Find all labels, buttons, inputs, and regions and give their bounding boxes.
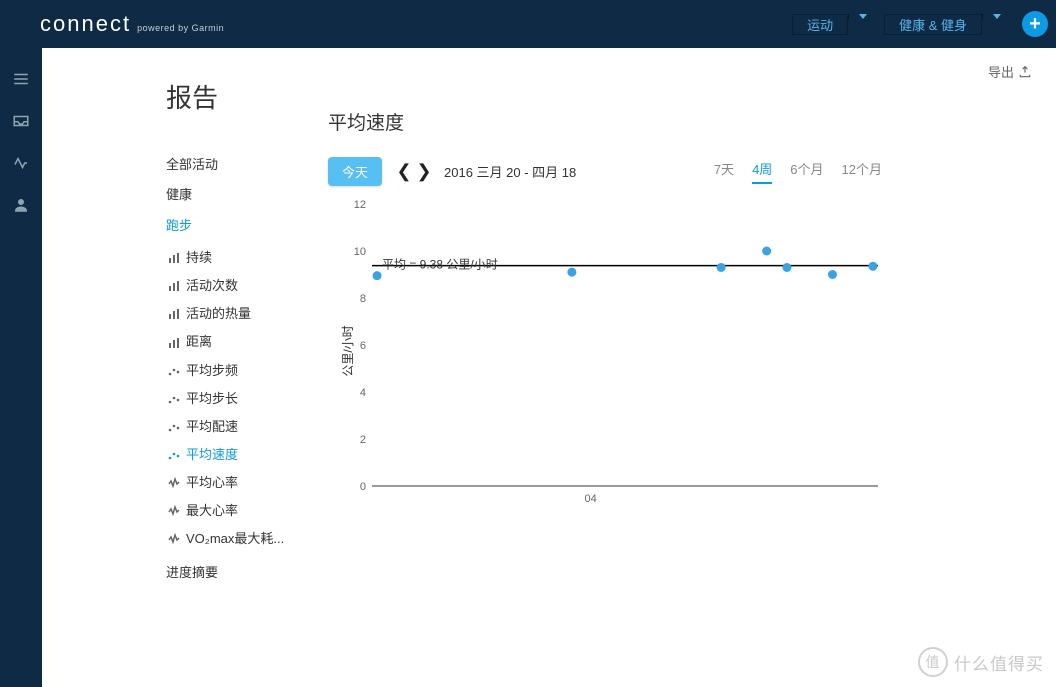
top-header: connect powered by Garmin 运动 健康 & 健身 + [0,0,1056,48]
bars-icon [166,252,182,264]
chart-area: 公里/小时 024681012平均 = 9.38 公里/小时04 [328,196,882,506]
nav-group-health[interactable]: 健康 [166,183,318,206]
xtick-label: 04 [585,493,597,505]
nav-item-8[interactable]: 平均心率 [166,469,318,497]
nav-item-1[interactable]: 活动次数 [166,272,318,300]
bars-icon [166,337,182,349]
nav-item-3[interactable]: 距离 [166,328,318,356]
chart-controls: 今天 ❮ ❯ 2016 三月 20 - 四月 18 7天 4周 6个月 12个月 [328,157,882,186]
nav-item-7[interactable]: 平均速度 [166,441,318,469]
menu-icon[interactable] [0,58,42,100]
export-label: 导出 [988,62,1014,81]
data-point[interactable] [868,262,877,271]
side-nav: 报告 全部活动 健康 跑步 持续活动次数活动的热量距离平均步频平均步长平均配速平… [166,78,318,592]
logo: connect powered by Garmin [40,11,224,37]
ytick-label: 8 [360,293,366,305]
nav-item-0[interactable]: 持续 [166,244,318,272]
data-point[interactable] [373,271,382,280]
header-right: 运动 健康 & 健身 + [792,0,1056,48]
ytick-label: 0 [360,481,366,493]
ytick-label: 12 [354,199,366,211]
ytick-label: 2 [360,434,366,446]
nav-group-running[interactable]: 跑步 [166,214,318,237]
dots-icon [166,393,182,405]
prev-arrow[interactable]: ❮ [396,164,412,180]
nav-item-6[interactable]: 平均配速 [166,413,318,441]
period-tabs: 7天 4周 6个月 12个月 [714,159,882,184]
watermark: 值 什么值得买 [918,647,1044,677]
dots-icon [166,449,182,461]
next-arrow[interactable]: ❯ [416,164,432,180]
chart-panel: 平均速度 今天 ❮ ❯ 2016 三月 20 - 四月 18 7天 4周 6个月 12… [318,78,1056,592]
inbox-icon[interactable] [0,100,42,142]
ytick-label: 10 [354,246,366,258]
period-tab-3[interactable]: 12个月 [842,159,882,184]
data-point[interactable] [717,263,726,272]
chart-title: 平均速度 [328,108,1016,135]
activity-icon[interactable] [0,142,42,184]
page-title: 报告 [166,78,318,115]
nav-health-button[interactable]: 健康 & 健身 [884,14,982,35]
dots-icon [166,365,182,377]
bars-icon [166,280,182,292]
add-button[interactable]: + [1022,11,1048,37]
nav-item-2[interactable]: 活动的热量 [166,300,318,328]
nav-running-sublist: 持续活动次数活动的热量距离平均步频平均步长平均配速平均速度平均心率最大心率VO₂… [166,244,318,553]
period-tab-2[interactable]: 6个月 [790,159,823,184]
data-point[interactable] [828,270,837,279]
data-point[interactable] [782,263,791,272]
pulse-icon [166,505,182,517]
nav-item-5[interactable]: 平均步长 [166,385,318,413]
chart-svg: 0 2 4 6 8 10 12 平均 = 9.38 公里/小时 04 [348,196,882,506]
bars-icon [166,308,182,320]
dots-icon [166,421,182,433]
period-tab-1[interactable]: 4周 [752,159,772,184]
nav-item-10[interactable]: VO₂max最大耗... [166,525,318,553]
content-area: 导出 报告 全部活动 健康 跑步 持续活动次数活动的热量距离平均步频平均步长平均… [42,48,1056,687]
pulse-icon [166,477,182,489]
left-rail [0,48,42,687]
data-point[interactable] [567,268,576,277]
avg-line-label: 平均 = 9.38 公里/小时 [382,258,498,272]
export-button[interactable]: 导出 [988,62,1032,81]
ytick-label: 6 [360,340,366,352]
nav-group-summary[interactable]: 进度摘要 [166,561,318,584]
date-range: 2016 三月 20 - 四月 18 [444,162,576,181]
pulse-icon [166,533,182,545]
period-tab-0[interactable]: 7天 [714,159,734,184]
nav-group-all[interactable]: 全部活动 [166,153,318,176]
profile-icon[interactable] [0,184,42,226]
logo-sub: powered by Garmin [137,23,224,33]
nav-sport-dropdown[interactable] [848,14,876,19]
data-point[interactable] [762,247,771,256]
watermark-text: 什么值得买 [954,650,1044,675]
nav-sport-button[interactable]: 运动 [792,14,848,35]
watermark-badge: 值 [918,647,948,677]
today-button[interactable]: 今天 [328,157,382,186]
ytick-label: 4 [360,387,366,399]
nav-item-4[interactable]: 平均步频 [166,357,318,385]
logo-main: connect [40,11,131,37]
nav-item-9[interactable]: 最大心率 [166,497,318,525]
export-icon [1018,65,1032,79]
nav-health-dropdown[interactable] [982,14,1010,19]
